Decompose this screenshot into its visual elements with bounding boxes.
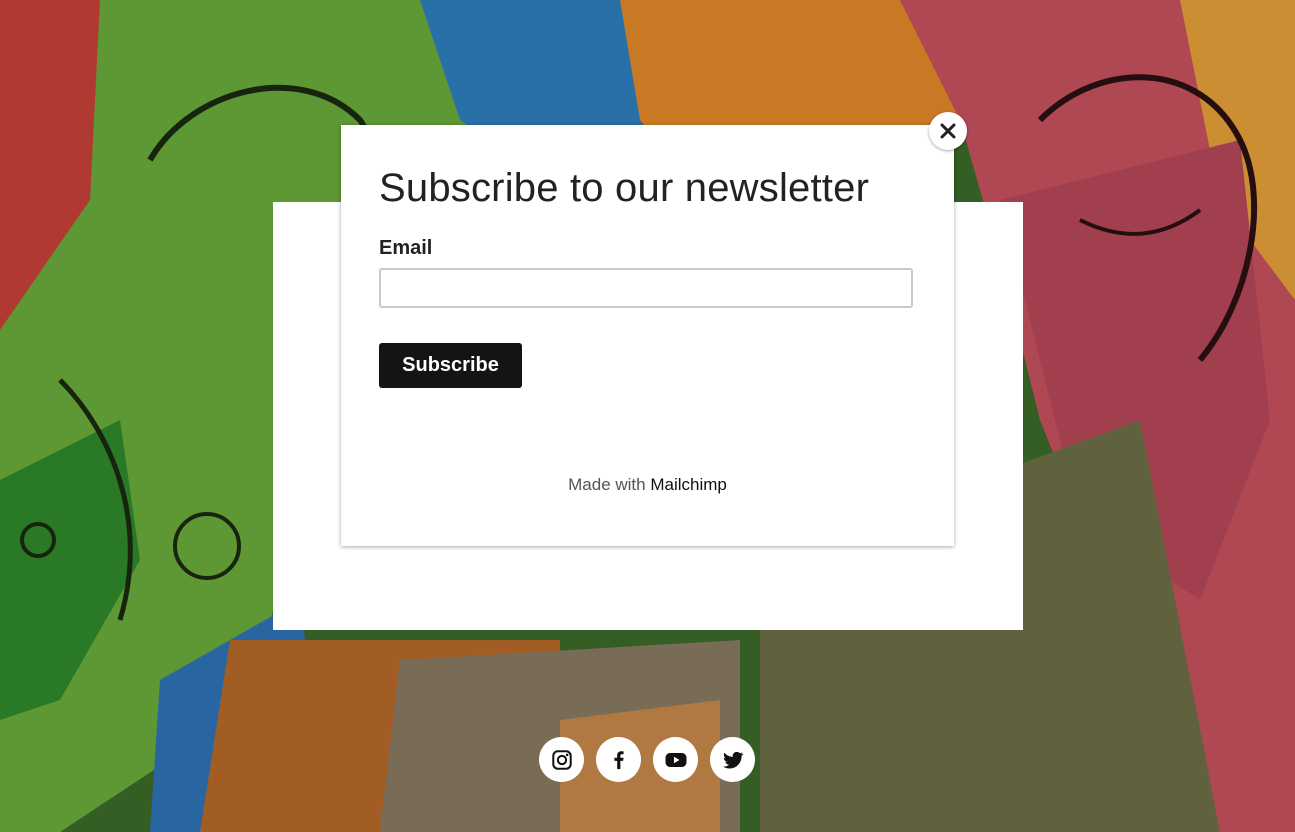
email-field[interactable] [379,268,913,308]
newsletter-modal: Subscribe to our newsletter Email Subscr… [341,125,954,546]
instagram-link[interactable] [539,737,584,782]
youtube-icon [665,752,686,767]
made-with-mailchimp: Made with Mailchimp [341,475,954,495]
mailchimp-link[interactable]: Mailchimp [650,475,727,494]
instagram-icon [551,749,572,770]
close-button[interactable] [929,112,967,150]
social-links [539,737,755,782]
facebook-icon [613,750,624,769]
facebook-link[interactable] [596,737,641,782]
twitter-link[interactable] [710,737,755,782]
subscribe-button[interactable]: Subscribe [379,343,522,388]
youtube-link[interactable] [653,737,698,782]
email-label: Email [379,237,433,259]
modal-title: Subscribe to our newsletter [379,166,870,210]
made-with-prefix: Made with [568,475,646,494]
close-icon [940,123,956,139]
twitter-icon [722,751,744,768]
